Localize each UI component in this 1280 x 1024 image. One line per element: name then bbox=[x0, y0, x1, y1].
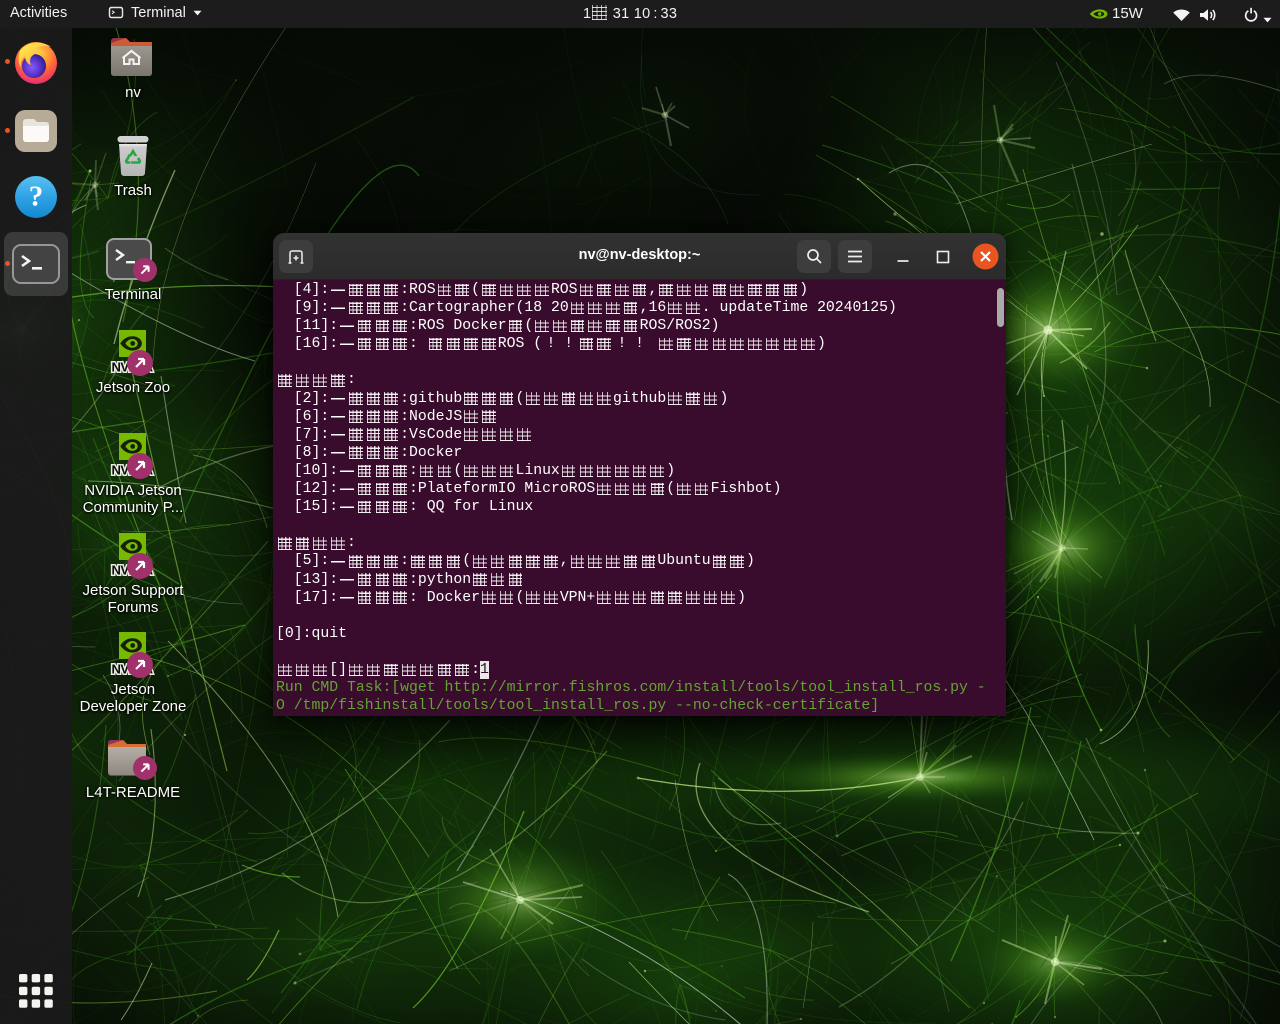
svg-text:?: ? bbox=[29, 181, 44, 213]
